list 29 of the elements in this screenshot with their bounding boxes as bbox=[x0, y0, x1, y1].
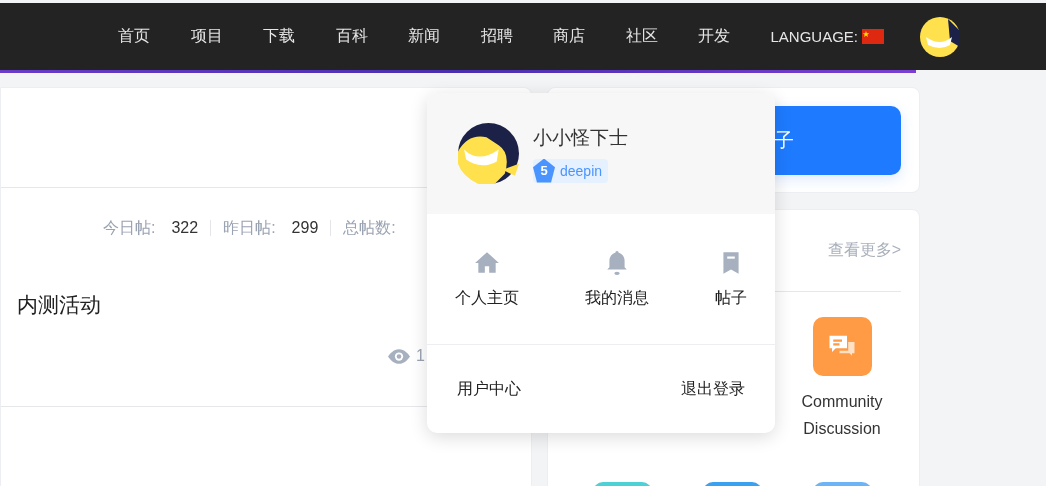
user-name: 小小怪下士 bbox=[533, 125, 628, 150]
avatar[interactable] bbox=[920, 16, 961, 57]
nav-link[interactable]: 项目 bbox=[190, 26, 223, 47]
nav-link[interactable]: 百科 bbox=[335, 26, 368, 47]
stat-label: 昨日帖: bbox=[223, 217, 276, 238]
nav-link[interactable]: 商店 bbox=[553, 26, 585, 47]
avatar[interactable] bbox=[458, 123, 519, 184]
nav-link[interactable]: 首页 bbox=[118, 26, 150, 47]
menu-shortcut[interactable]: 个人主页 bbox=[455, 249, 519, 309]
eye-icon bbox=[388, 348, 411, 364]
stat-label: 总帖数: bbox=[343, 217, 396, 238]
language-label[interactable]: LANGUAGE: bbox=[770, 28, 859, 45]
menu-shortcut[interactable]: 我的消息 bbox=[585, 249, 649, 309]
menu-link[interactable]: 退出登录 bbox=[681, 378, 745, 400]
view-count: 1 bbox=[416, 347, 425, 365]
nav-link[interactable]: 社区 bbox=[625, 26, 658, 47]
level-badge: 5 deepin bbox=[533, 158, 609, 183]
nav-link[interactable]: 开发 bbox=[698, 26, 730, 47]
china-flag-icon[interactable] bbox=[862, 29, 885, 44]
menu-shortcut[interactable]: 帖子 bbox=[715, 249, 747, 309]
stat-label: 今日帖: bbox=[103, 217, 156, 238]
stat-value: 299 bbox=[291, 219, 319, 237]
bell-icon bbox=[604, 249, 630, 276]
stat-value: 322 bbox=[171, 219, 199, 237]
nav-link[interactable]: 新闻 bbox=[408, 26, 440, 47]
nav-link[interactable]: 招聘 bbox=[480, 26, 513, 47]
menu-link[interactable]: 用户中心 bbox=[457, 378, 521, 400]
nav-link[interactable]: 下载 bbox=[263, 26, 295, 47]
app-label[interactable]: Community Discussion bbox=[787, 388, 897, 442]
